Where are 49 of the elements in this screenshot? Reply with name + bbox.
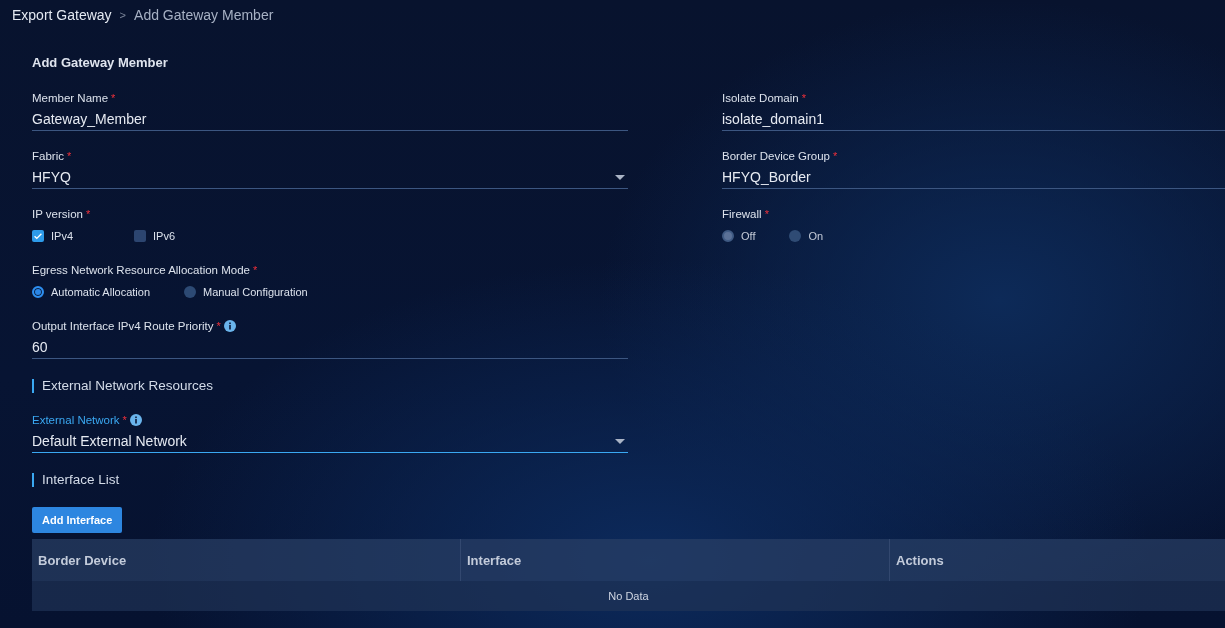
field-label: Fabric — [32, 150, 64, 162]
option-label: Off — [741, 230, 756, 242]
required-mark: * — [122, 414, 127, 426]
field-label: External Network — [32, 414, 120, 426]
option-label: Automatic Allocation — [51, 286, 151, 298]
required-mark: * — [85, 208, 91, 220]
required-mark: * — [801, 92, 806, 104]
section-heading: Interface List — [32, 473, 1225, 487]
required-mark: * — [216, 320, 221, 332]
section-heading: External Network Resources — [32, 379, 1225, 393]
field-label: Firewall — [722, 208, 762, 220]
field-label: Border Device Group — [722, 150, 831, 162]
input-field[interactable]: 60 — [32, 336, 628, 359]
form-title: Add Gateway Member — [32, 55, 169, 70]
required-mark: * — [252, 264, 258, 276]
option-label: IPv4 — [51, 230, 73, 242]
option-label: Manual Configuration — [203, 286, 308, 298]
info-icon[interactable] — [223, 320, 236, 332]
input-field[interactable]: isolate_domain1 — [722, 108, 1225, 131]
caret-icon — [615, 174, 625, 180]
option-label: On — [808, 230, 824, 242]
field-label: IP version — [32, 208, 83, 220]
checkbox[interactable] — [32, 230, 44, 242]
column-header: Border Device — [32, 539, 461, 581]
required-mark: * — [764, 208, 769, 220]
field-label: Isolate Domain — [722, 92, 799, 104]
breadcrumb-item: Add Gateway Member — [134, 7, 274, 23]
breadcrumb-item[interactable]: Export Gateway — [12, 7, 112, 23]
required-mark: * — [111, 92, 116, 104]
field-label: Egress Network Resource Allocation Mode — [32, 264, 250, 276]
field-label: Output Interface IPv4 Route Priority — [32, 320, 214, 332]
option-label: IPv6 — [153, 230, 175, 242]
info-icon[interactable] — [129, 414, 142, 426]
column-header: Actions — [895, 551, 945, 570]
select-field[interactable]: HFYQ — [32, 166, 628, 189]
column-header: Interface — [461, 539, 890, 581]
required-mark: * — [833, 150, 838, 162]
breadcrumb-separator: > — [119, 9, 127, 21]
required-mark: * — [66, 150, 72, 162]
empty-message: No Data — [608, 590, 649, 602]
input-field[interactable]: Gateway_Member — [32, 108, 628, 131]
field-label: Member Name — [32, 92, 109, 104]
add-interface-button[interactable]: Add Interface — [32, 507, 123, 533]
radio-button[interactable] — [184, 286, 197, 298]
select-field[interactable]: Default External Network — [32, 430, 628, 453]
caret-icon — [615, 438, 625, 444]
radio-button[interactable] — [32, 286, 44, 298]
input-field[interactable]: HFYQ_Border — [722, 166, 1225, 189]
checkbox[interactable] — [134, 230, 146, 242]
